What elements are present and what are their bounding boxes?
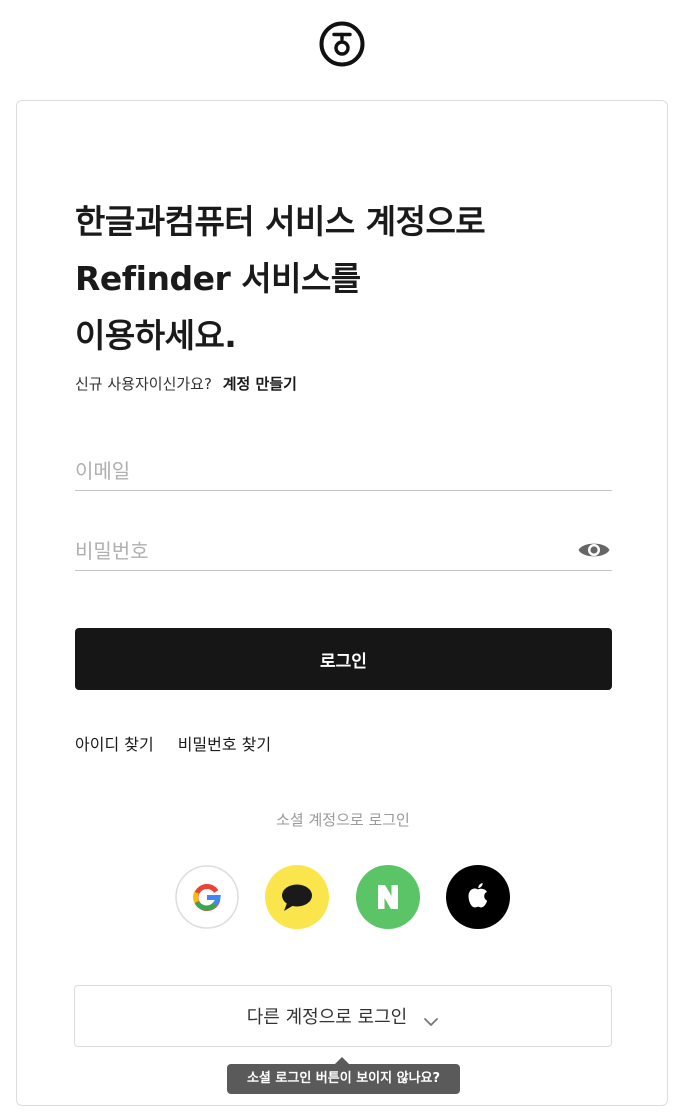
social-login-help-tooltip: 소셜 로그인 버튼이 보이지 않나요? xyxy=(227,1057,460,1094)
email-input[interactable] xyxy=(75,451,612,491)
google-login-button[interactable] xyxy=(175,865,239,929)
google-icon xyxy=(175,865,239,929)
other-account-login-label: 다른 계정으로 로그인 xyxy=(246,1007,408,1028)
kakao-login-button[interactable] xyxy=(265,865,329,929)
social-login-title: 소셜 계정으로 로그인 xyxy=(276,811,410,829)
password-input[interactable] xyxy=(75,531,612,571)
kakao-icon xyxy=(265,865,329,929)
page-title-line-3: 이용하세요. xyxy=(75,316,237,355)
naver-login-button[interactable] xyxy=(356,865,420,929)
hancom-logo-icon xyxy=(319,21,365,67)
login-card: 한글과컴퓨터 서비스 계정으로 Refinder 서비스를 이용하세요. 신규 … xyxy=(16,100,668,1106)
page-title-line-1: 한글과컴퓨터 서비스 계정으로 xyxy=(75,202,486,241)
find-password-link[interactable]: 비밀번호 찾기 xyxy=(178,735,271,754)
show-password-icon[interactable] xyxy=(577,538,611,562)
chevron-down-icon xyxy=(423,1011,439,1026)
signup-prompt-text: 신규 사용자이신가요? xyxy=(75,375,212,393)
find-account-links: 아이디 찾기 비밀번호 찾기 xyxy=(75,731,271,755)
create-account-link[interactable]: 계정 만들기 xyxy=(223,375,297,393)
page-title-line-2: Refinder 서비스를 xyxy=(75,259,361,298)
page-title: 한글과컴퓨터 서비스 계정으로 Refinder 서비스를 이용하세요. xyxy=(75,193,615,364)
other-account-login-button[interactable]: 다른 계정으로 로그인 xyxy=(74,985,612,1047)
apple-login-button[interactable] xyxy=(446,865,510,929)
naver-icon xyxy=(356,865,420,929)
signup-prompt: 신규 사용자이신가요? 계정 만들기 xyxy=(75,373,297,394)
login-button[interactable]: 로그인 xyxy=(75,628,612,690)
find-id-link[interactable]: 아이디 찾기 xyxy=(75,735,154,754)
apple-icon xyxy=(446,865,510,929)
